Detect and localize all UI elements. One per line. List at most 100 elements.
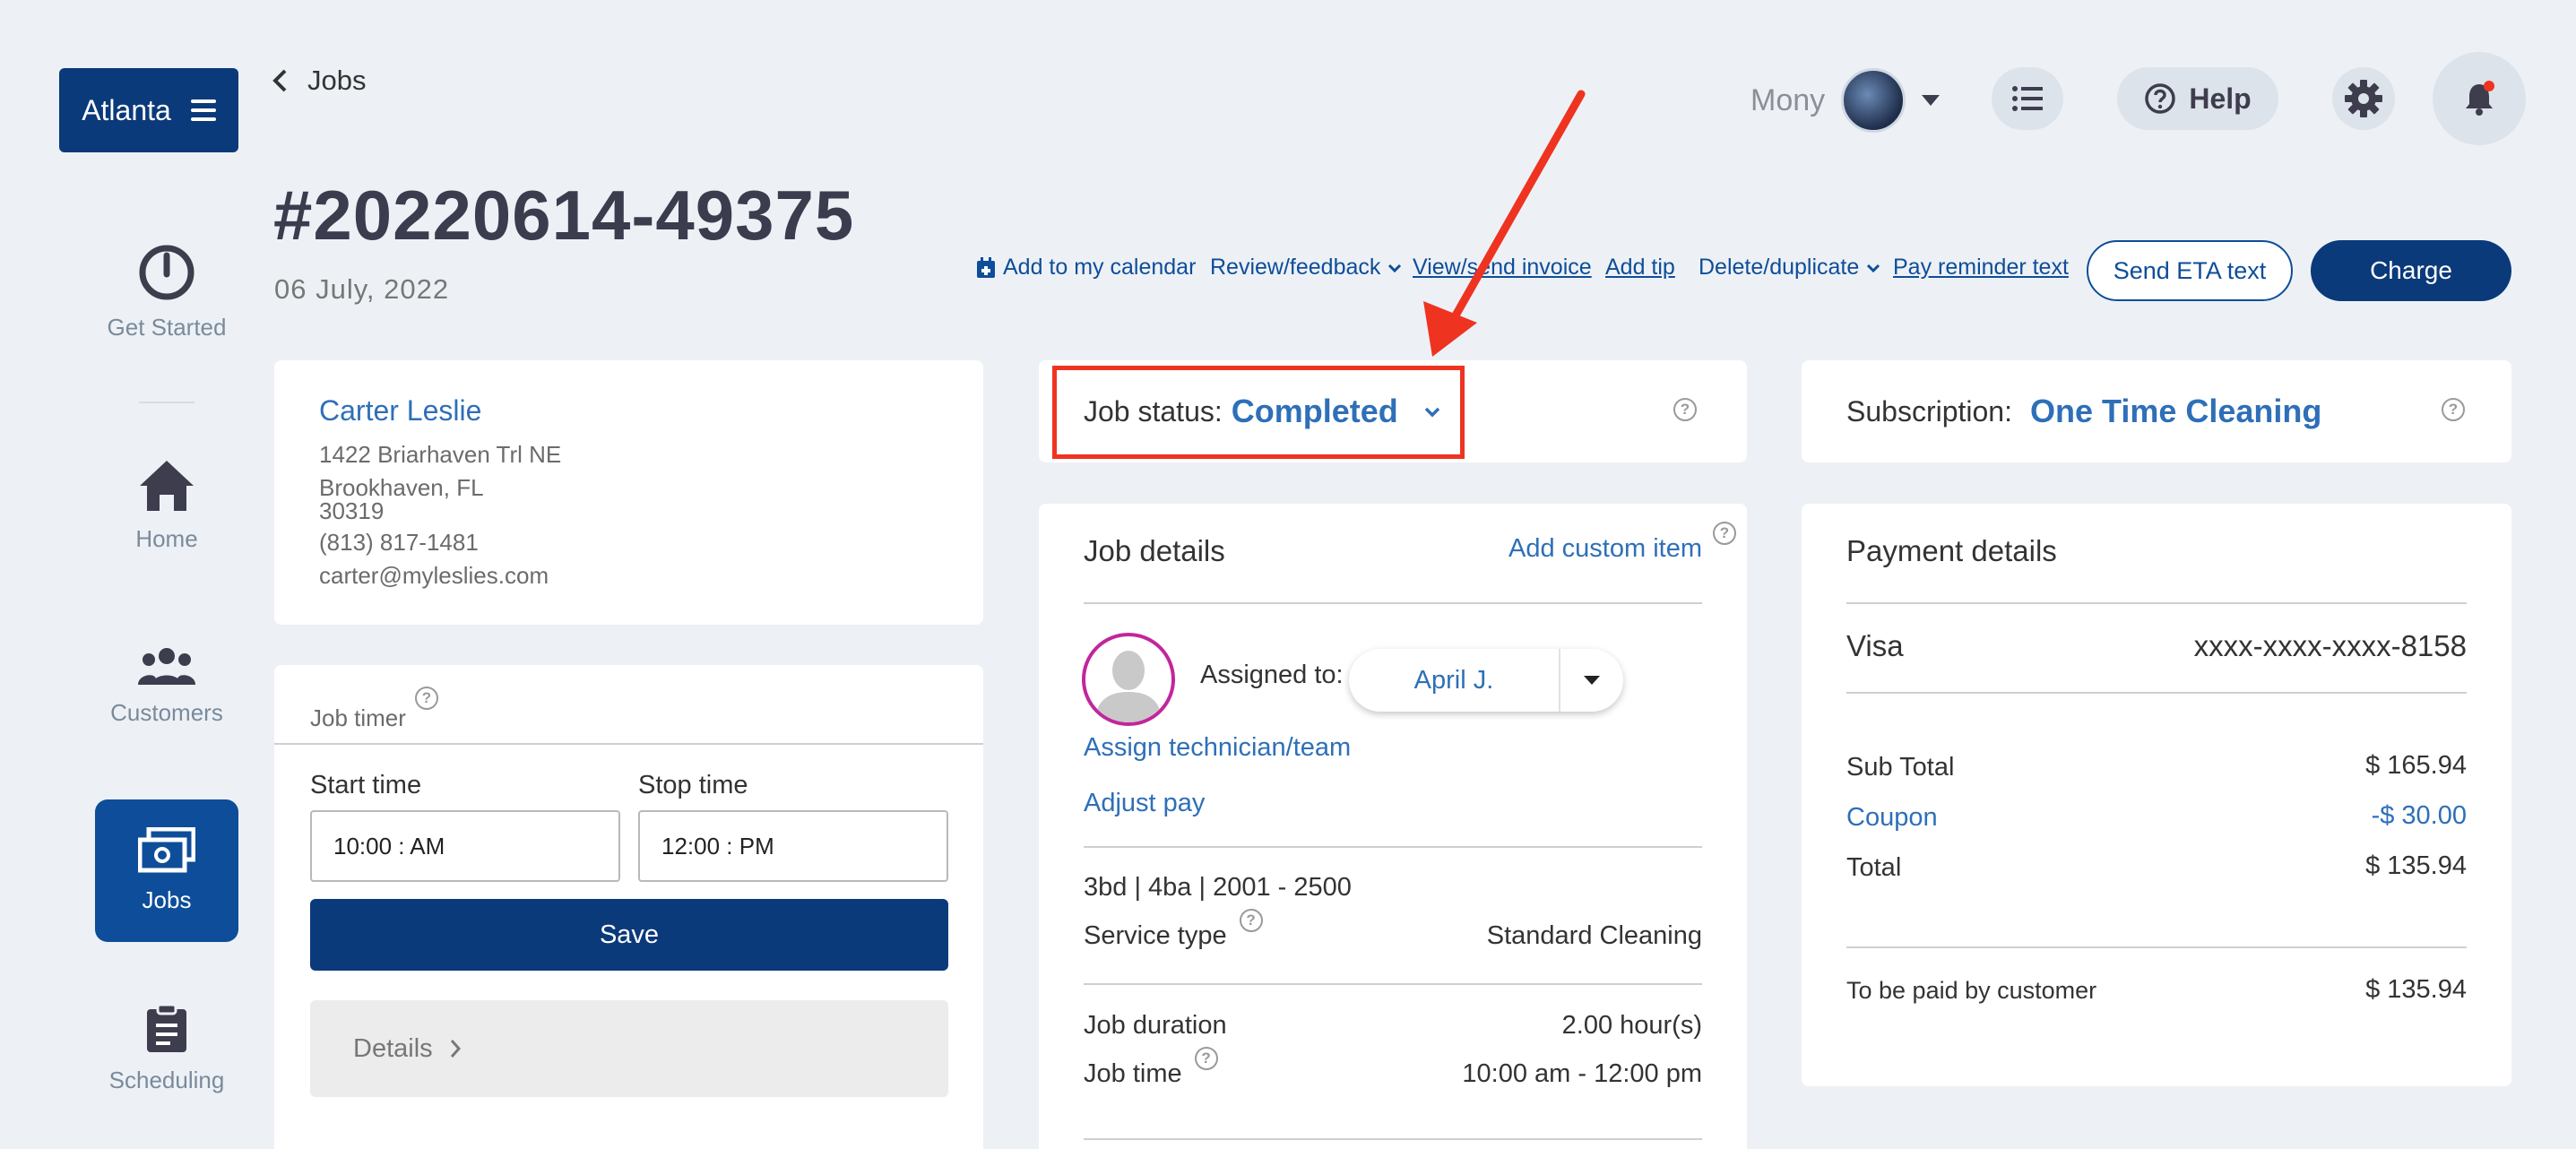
clipboard-icon (147, 1004, 186, 1052)
to-pay-value: $ 135.94 (2365, 975, 2467, 1004)
power-icon (139, 245, 194, 300)
nav-scheduling[interactable]: Scheduling (95, 1004, 238, 1094)
help-label: Help (2189, 82, 2252, 115)
user-menu[interactable]: Mony (1750, 68, 1941, 133)
nav-label: Scheduling (108, 1067, 225, 1093)
job-details-card: Job details Add custom item ? Assigned t… (1039, 504, 1747, 1149)
job-duration-value: 2.00 hour(s) (1561, 1011, 1702, 1040)
assign-technician-link[interactable]: Assign technician/team (1084, 733, 1351, 763)
job-duration-label: Job duration (1084, 1011, 1227, 1040)
gear-icon (2345, 80, 2382, 117)
add-calendar-link[interactable]: Add to my calendar (976, 255, 1196, 281)
home-size: 3bd | 4ba | 2001 - 2500 (1084, 873, 1352, 902)
question-icon[interactable]: ? (1239, 909, 1263, 932)
assigned-to-label: Assigned to: (1200, 661, 1344, 689)
pay-reminder-label: Pay reminder text (1893, 255, 2069, 280)
help-button[interactable]: Help (2117, 67, 2278, 130)
list-icon (2012, 86, 2043, 111)
nav-get-started[interactable]: Get Started (95, 244, 238, 341)
chevron-left-icon (272, 69, 287, 92)
divider (1084, 983, 1702, 985)
job-details-title: Job details (1084, 534, 1225, 567)
list-button[interactable] (1992, 67, 2063, 130)
coupon-link[interactable]: Coupon (1846, 803, 1938, 833)
review-label: Review/feedback (1210, 255, 1381, 280)
divider (274, 743, 983, 745)
question-icon[interactable]: ? (1713, 522, 1736, 545)
divider (1084, 1138, 1702, 1140)
question-icon[interactable]: ? (1194, 1047, 1218, 1070)
nav-divider (139, 402, 194, 403)
card-type: Visa (1846, 629, 1904, 662)
details-button[interactable]: Details (310, 1000, 948, 1097)
subscription-card: Subscription: One Time Cleaning ? (1802, 360, 2511, 462)
home-icon (140, 461, 194, 511)
invoice-label: View/send invoice (1413, 255, 1592, 280)
service-type-value: Standard Cleaning (1486, 921, 1702, 950)
nav-customers[interactable]: Customers (95, 647, 238, 727)
assigned-technician-value: April J. (1413, 665, 1494, 695)
adjust-pay-link[interactable]: Adjust pay (1084, 789, 1205, 818)
start-time-input[interactable]: 10:00 : AM (310, 810, 620, 882)
review-feedback-dropdown[interactable]: Review/feedback (1210, 255, 1402, 281)
divider (1846, 602, 2467, 604)
job-time-value: 10:00 am - 12:00 pm (1462, 1059, 1702, 1088)
add-tip-label: Add tip (1605, 255, 1675, 280)
nav-home[interactable]: Home (95, 459, 238, 553)
details-label: Details (353, 1033, 433, 1063)
send-eta-button[interactable]: Send ETA text (2087, 240, 2293, 301)
pay-reminder-link[interactable]: Pay reminder text (1893, 255, 2069, 281)
payment-details-title: Payment details (1846, 534, 2057, 567)
save-button[interactable]: Save (310, 899, 948, 971)
subscription-label: Subscription: (1846, 394, 2012, 428)
chevron-down-icon (1867, 263, 1880, 272)
subtotal-value: $ 165.94 (2365, 751, 2467, 780)
chevron-down-icon (1388, 263, 1402, 272)
customer-email: carter@myleslies.com (319, 562, 549, 589)
page-title: #20220614-49375 (273, 176, 855, 255)
assigned-technician-select[interactable]: April J. (1349, 649, 1623, 712)
job-date: 06 July, 2022 (274, 273, 450, 305)
settings-button[interactable] (2332, 67, 2395, 130)
subscription-value[interactable]: One Time Cleaning (2030, 393, 2321, 430)
subscription-row: Subscription: One Time Cleaning (1846, 393, 2321, 430)
brand-menu-button[interactable]: Atlanta (59, 68, 238, 152)
total-value: $ 135.94 (2365, 851, 2467, 880)
stop-time-input[interactable]: 12:00 : PM (638, 810, 948, 882)
notifications-button[interactable] (2433, 52, 2526, 145)
delete-duplicate-dropdown[interactable]: Delete/duplicate (1699, 255, 1880, 281)
customers-icon (138, 648, 195, 685)
add-tip-link[interactable]: Add tip (1605, 255, 1675, 281)
question-icon[interactable]: ? (414, 687, 438, 710)
nav-label: Customers (110, 699, 223, 726)
service-type-label: Service type (1084, 921, 1227, 950)
job-timer-title: Job timer (310, 704, 406, 731)
job-time-row: Job time ? (1084, 1047, 1218, 1089)
coupon-value: -$ 30.00 (2371, 801, 2467, 830)
view-send-invoice-link[interactable]: View/send invoice (1413, 255, 1592, 281)
divider (1846, 946, 2467, 948)
nav-jobs[interactable]: Jobs (95, 799, 238, 942)
add-calendar-label: Add to my calendar (1003, 255, 1197, 280)
nav-label: Home (135, 525, 198, 552)
total-label: Total (1846, 853, 1902, 882)
help-icon (2145, 83, 2176, 114)
service-type-row: Service type ? (1084, 909, 1263, 951)
jobs-icon (138, 827, 195, 873)
back-link[interactable]: Jobs (272, 65, 366, 97)
to-pay-label: To be paid by customer (1846, 977, 2097, 1004)
nav-label: Get Started (107, 314, 227, 341)
technician-avatar (1082, 633, 1175, 726)
charge-button[interactable]: Charge (2311, 240, 2511, 301)
customer-name[interactable]: Carter Leslie (319, 394, 481, 428)
question-icon[interactable]: ? (2442, 398, 2465, 421)
add-custom-item-link[interactable]: Add custom item (1508, 534, 1702, 564)
user-name: Mony (1750, 82, 1826, 117)
stop-time-label: Stop time (638, 771, 748, 799)
customer-address1: 1422 Briarhaven Trl NE (319, 441, 562, 468)
chevron-down-icon (1922, 95, 1941, 106)
customer-phone: (813) 817-1481 (319, 529, 479, 556)
calendar-icon (977, 256, 995, 278)
question-icon[interactable]: ? (1673, 398, 1697, 421)
payment-details-card: Payment details Visa xxxx-xxxx-xxxx-8158… (1802, 504, 2511, 1086)
